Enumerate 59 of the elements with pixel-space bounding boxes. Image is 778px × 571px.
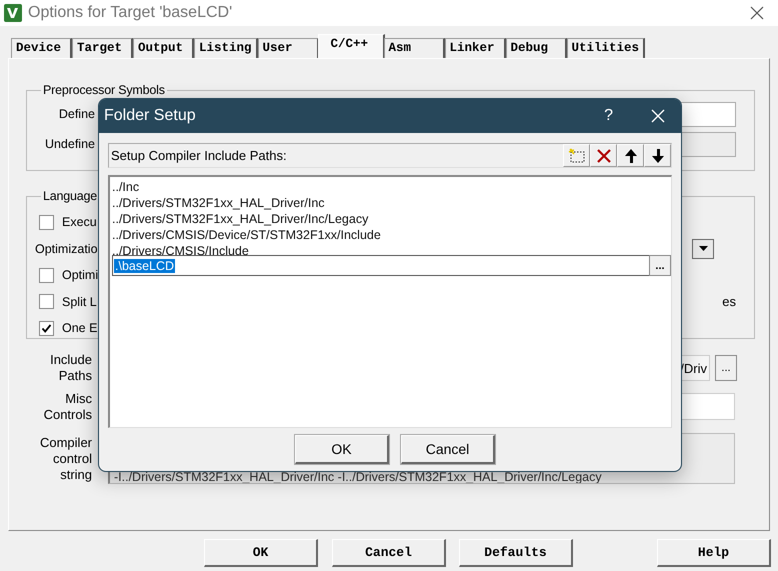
dialog-button[interactable]: Help (657, 539, 771, 567)
checkbox[interactable] (39, 294, 54, 310)
tab[interactable]: Utilities (566, 38, 646, 58)
tab[interactable]: Listing (194, 38, 258, 58)
list-item[interactable]: ../Drivers/CMSIS/Device/ST/STM32F1xx/Include (112, 227, 671, 243)
checkbox[interactable] (39, 320, 54, 336)
input-field[interactable]: .\baseLCD (112, 255, 649, 276)
checkbox[interactable] (39, 214, 54, 230)
app-icon (4, 4, 22, 22)
checkbox[interactable] (39, 268, 54, 283)
checkbox-label: One E (62, 321, 98, 336)
checkbox-label: Split L (62, 294, 97, 309)
dialog-button[interactable]: OK (204, 539, 318, 567)
list-item[interactable]: ../Drivers/STM32F1xx_HAL_Driver/Inc (112, 195, 671, 211)
field-label: Misc Controls (42, 390, 92, 422)
control-string: -I../Drivers/STM32F1xx_HAL_Driver/Inc -I../Drivers/STM32F1xx_HAL_Driver/Inc/Legacy (114, 470, 602, 483)
help-button[interactable]: ? (604, 107, 613, 125)
list-item[interactable]: ../Drivers/STM32F1xx_HAL_Driver/Inc/Legacy (112, 211, 671, 227)
tab[interactable]: C/C++ (318, 34, 385, 58)
down-arrow-icon (650, 148, 664, 164)
up-arrow-icon (624, 148, 638, 164)
checkbox-label: Execu (62, 215, 97, 230)
dialog-button[interactable]: Cancel (332, 539, 446, 567)
option-text: es (722, 294, 736, 310)
new-folder-button[interactable] (563, 144, 590, 167)
field-label: Undefine (44, 137, 95, 151)
tab[interactable]: Linker (444, 38, 506, 58)
tab[interactable]: Target (72, 38, 133, 58)
checkbox-label: Optimi (62, 268, 98, 282)
close-icon[interactable] (750, 6, 764, 20)
browse-button[interactable]: ... (649, 255, 671, 276)
move-down-button[interactable] (644, 144, 671, 167)
dialog-button[interactable]: OK (295, 435, 389, 464)
group-title: Language (42, 189, 98, 203)
tab[interactable]: Device (11, 38, 72, 58)
field-label: Optimizatio (35, 242, 98, 256)
field-label: Define (58, 107, 95, 121)
tab[interactable]: Debug (506, 38, 567, 58)
field-value: .\baseLCD (114, 258, 176, 272)
dropdown[interactable] (692, 238, 714, 259)
input-field[interactable] (679, 102, 736, 126)
list-header: Setup Compiler Include Paths: (110, 148, 287, 163)
field-label: Compiler control string (38, 434, 92, 482)
list-item[interactable]: ../Inc (112, 179, 671, 195)
tab[interactable]: Output (133, 38, 194, 58)
dialog-title: Folder Setup (104, 107, 196, 125)
window-title: Options for Target 'baseLCD' (28, 4, 234, 22)
delete-button[interactable] (590, 144, 617, 167)
browse-button[interactable]: ... (715, 355, 737, 381)
move-up-button[interactable] (617, 144, 644, 167)
tab[interactable]: Asm (384, 38, 445, 58)
tab[interactable]: User (258, 38, 319, 58)
delete-icon (596, 148, 612, 164)
group-title: Preprocessor Symbols (42, 83, 166, 97)
caret-icon (698, 246, 708, 252)
new-folder-icon (568, 148, 586, 164)
dialog-button[interactable]: Cancel (401, 435, 495, 464)
field-label: Include Paths (49, 352, 92, 384)
dialog-button[interactable]: Defaults (459, 539, 573, 567)
